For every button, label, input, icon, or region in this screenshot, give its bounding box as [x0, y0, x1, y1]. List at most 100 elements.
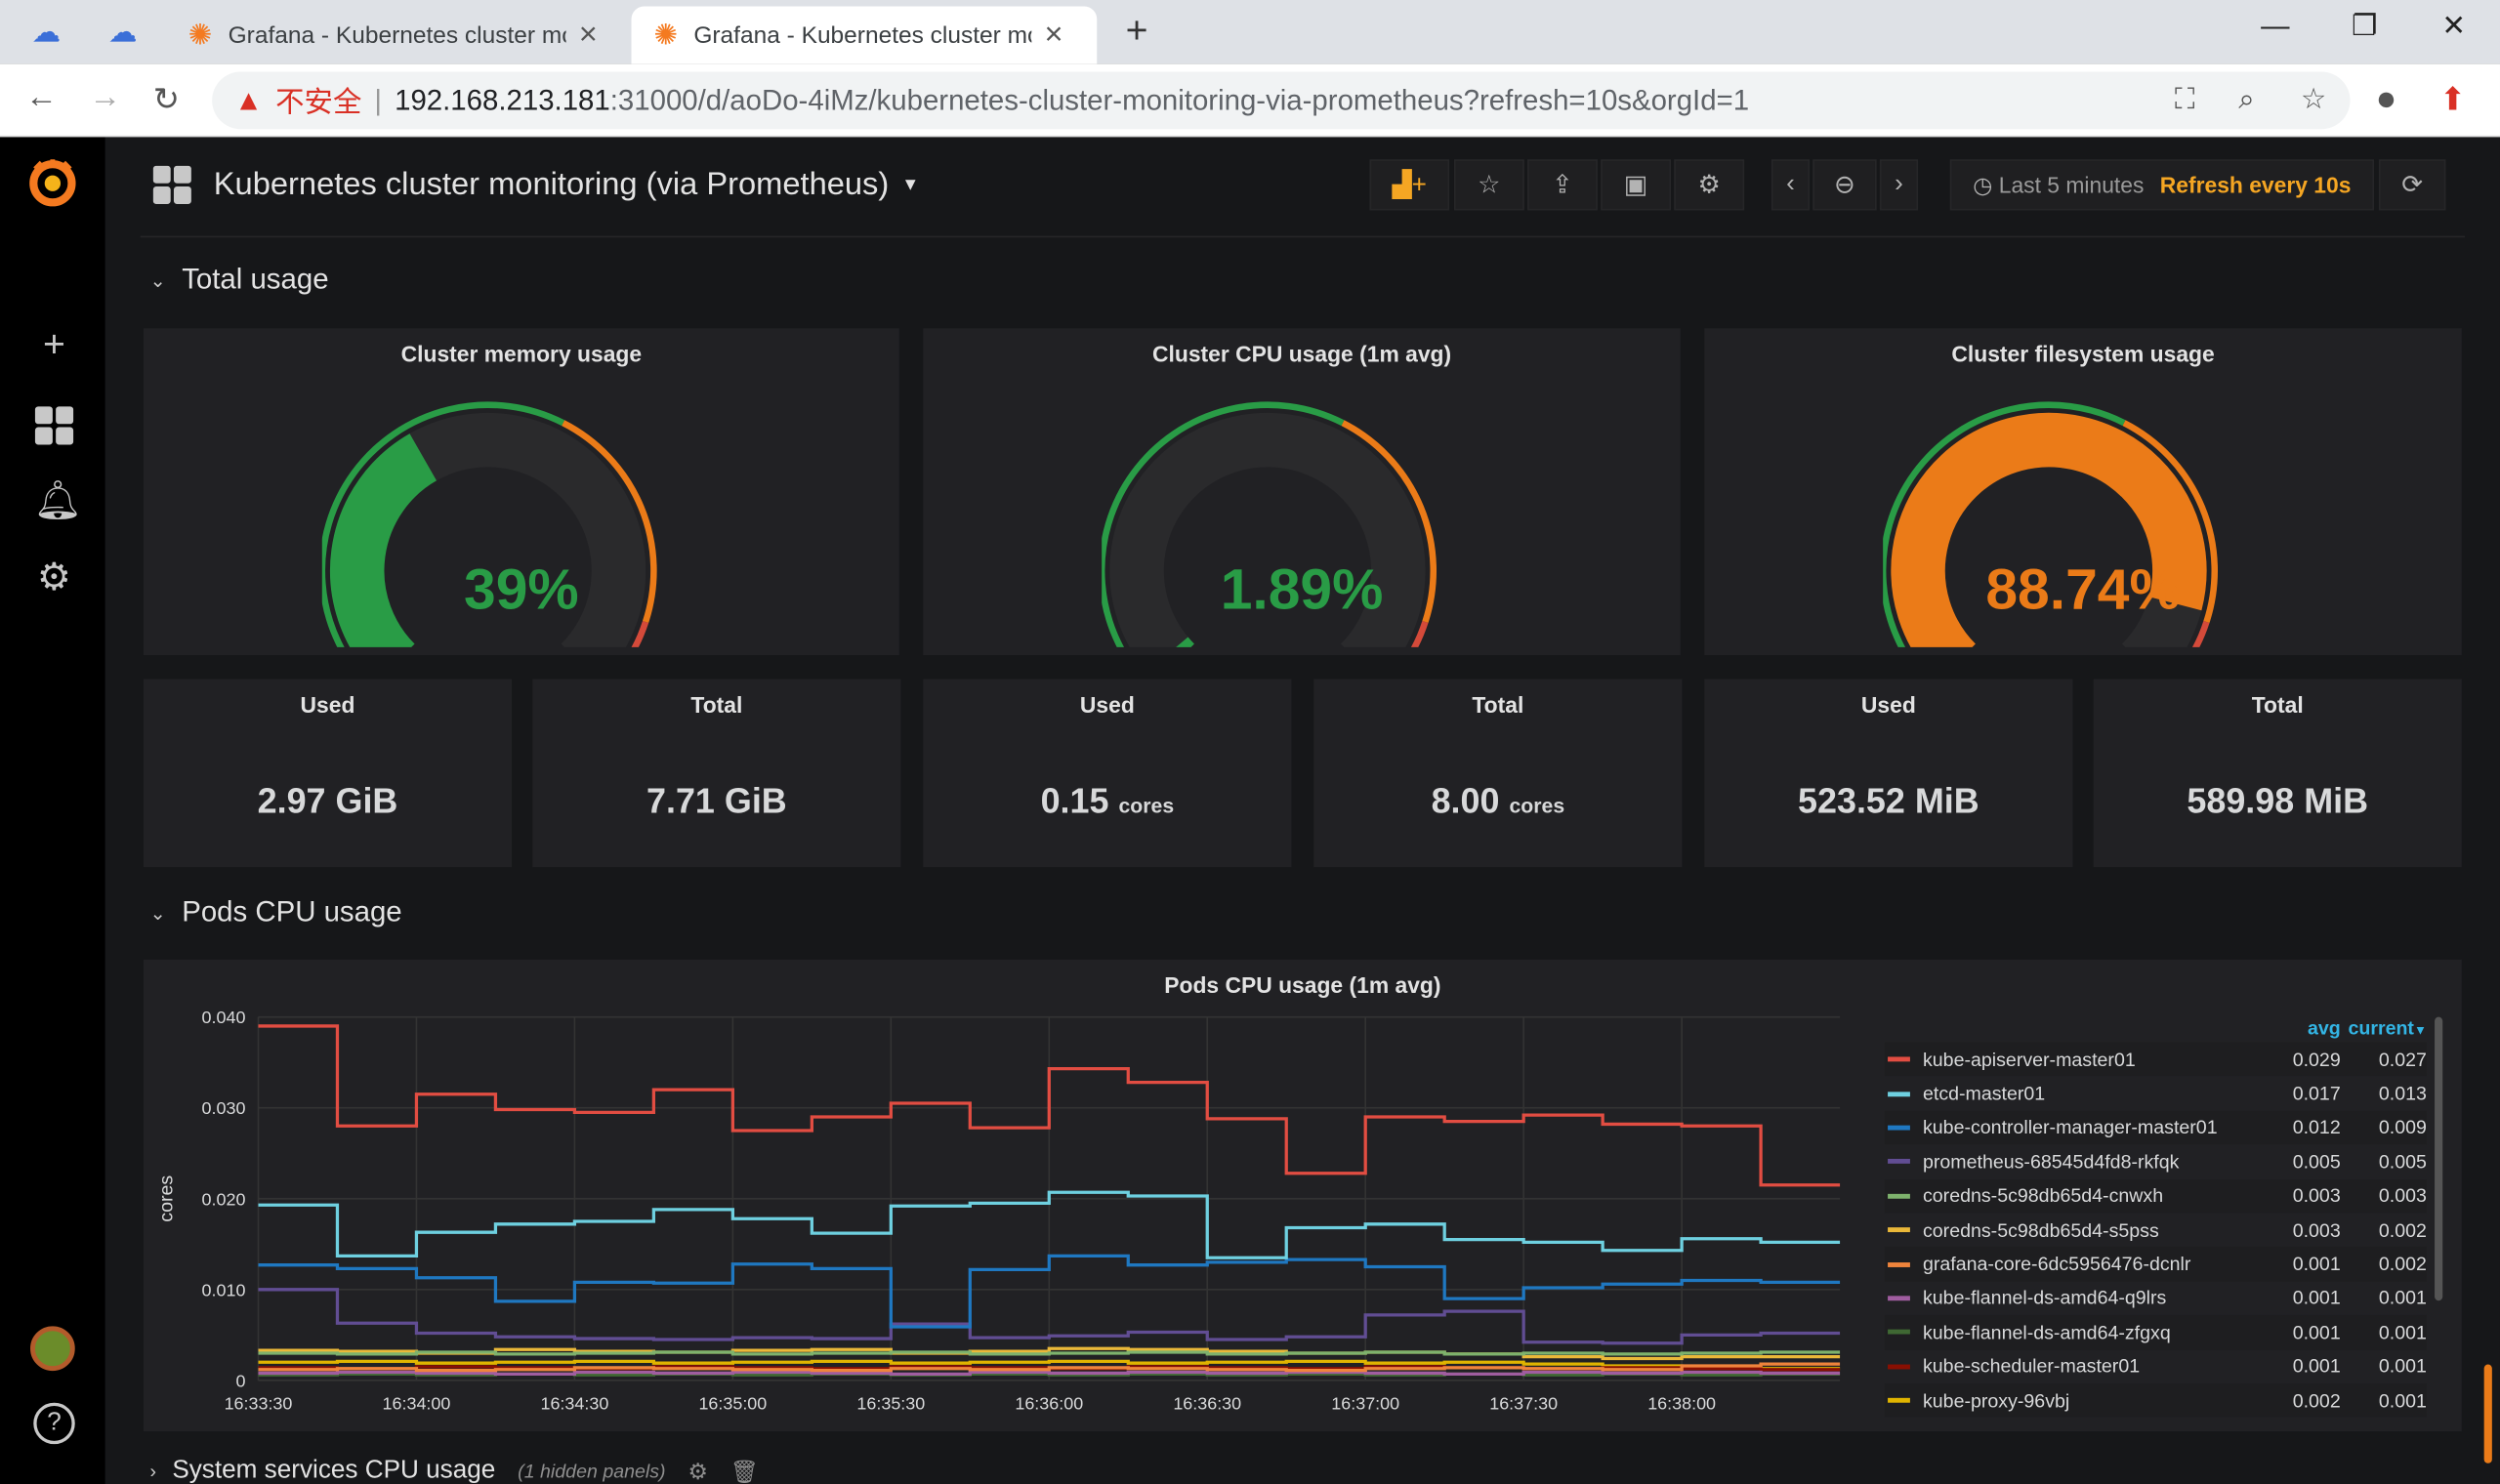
x-tick-label: 16:37:00: [1331, 1393, 1399, 1413]
gauge-panel-memory[interactable]: Cluster memory usage 39%: [143, 328, 899, 656]
legend-swatch[interactable]: [1888, 1227, 1910, 1233]
create-plus-icon[interactable]: +: [33, 324, 74, 366]
stat-panel-fs-used[interactable]: Used 523.52 MiB: [1704, 679, 2073, 868]
share-button[interactable]: ⇪: [1527, 159, 1598, 211]
legend-swatch[interactable]: [1888, 1397, 1910, 1403]
dashboard-title-picker[interactable]: Kubernetes cluster monitoring (via Prome…: [152, 165, 919, 204]
dashboards-icon[interactable]: [33, 405, 74, 446]
legend-series-name[interactable]: grafana-core-6dc5956476-dcnlr: [1923, 1253, 2261, 1275]
legend-avg-value: 0.012: [2292, 1116, 2341, 1139]
chevron-right-icon: ›: [149, 1460, 156, 1483]
legend-swatch[interactable]: [1888, 1193, 1910, 1199]
close-tab-icon[interactable]: ×: [579, 17, 598, 54]
stat-panel-fs-total[interactable]: Total 589.98 MiB: [2093, 679, 2462, 868]
row-pods-cpu-usage[interactable]: ⌄ Pods CPU usage: [149, 896, 401, 929]
legend-item[interactable]: kube-proxy-96vbj 0.002 0.001: [1884, 1382, 2427, 1418]
legend-item[interactable]: kube-controller-manager-master01 0.012 0.0…: [1884, 1110, 2427, 1145]
legend-item[interactable]: kube-scheduler-master01 0.001 0.001: [1885, 1349, 2427, 1383]
legend-swatch[interactable]: [1888, 1056, 1910, 1062]
graph-panel-pods-cpu[interactable]: Pods CPU usage (1m avg) 0 0.010 0.020 0.030…: [143, 959, 2462, 1432]
close-window-icon[interactable]: ✕: [2417, 10, 2490, 43]
legend-series-name[interactable]: kube-proxy-96vbj: [1923, 1389, 2261, 1412]
legend-series-name[interactable]: coredns-5c98db65d4-cnwxh: [1923, 1184, 2261, 1207]
legend-swatch[interactable]: [1888, 1261, 1910, 1267]
legend-item[interactable]: kube-apiserver-master01 0.029 0.027: [1884, 1042, 2427, 1077]
save-button[interactable]: ▣: [1601, 159, 1672, 211]
row-system-services[interactable]: › System services CPU usage (1 hidden pa…: [149, 1457, 758, 1484]
time-back-button[interactable]: ‹: [1771, 159, 1811, 211]
legend-swatch[interactable]: [1888, 1091, 1910, 1096]
legend-item[interactable]: grafana-core-6dc5956476-dcnlr 0.001 0.002: [1884, 1247, 2427, 1282]
settings-button[interactable]: ⚙: [1674, 159, 1745, 211]
legend-swatch[interactable]: [1888, 1125, 1910, 1131]
cloud-icon[interactable]: ☁: [32, 16, 61, 49]
stat-value: 523.52 MiB: [1704, 781, 2072, 822]
legend-series-name[interactable]: kube-apiserver-master01: [1923, 1049, 2261, 1071]
time-forward-button[interactable]: ›: [1879, 159, 1919, 211]
gauge-panel-cpu[interactable]: Cluster CPU usage (1m avg) 1.89%: [923, 328, 1681, 656]
refresh-button[interactable]: ⟳: [2378, 159, 2446, 211]
legend-scrollbar[interactable]: [2435, 1016, 2443, 1301]
stat-value: 8.00 cores: [1313, 781, 1682, 822]
legend-series-name[interactable]: kube-flannel-ds-amd64-q9lrs: [1923, 1287, 2261, 1309]
stat-value: 2.97 GiB: [144, 781, 512, 822]
legend-item[interactable]: kube-flannel-ds-amd64-q9lrs 0.001 0.001: [1885, 1281, 2427, 1315]
cloud-icon[interactable]: ☁: [108, 16, 137, 49]
legend-item[interactable]: coredns-5c98db65d4-s5pss 0.003 0.002: [1885, 1213, 2427, 1247]
translate-icon[interactable]: ⛶: [2175, 83, 2195, 116]
time-picker-button[interactable]: ◷ Last 5 minutes Refresh every 10s: [1949, 159, 2375, 211]
legend-series-name[interactable]: etcd-master01: [1923, 1083, 2261, 1105]
stat-panel-cpu-total[interactable]: Total 8.00 cores: [1313, 679, 1683, 868]
stat-panel-memory-total[interactable]: Total 7.71 GiB: [532, 679, 901, 868]
add-panel-button[interactable]: ▟+: [1369, 159, 1450, 211]
star-button[interactable]: ☆: [1453, 159, 1524, 211]
legend-item[interactable]: etcd-master01 0.017 0.013: [1885, 1077, 2427, 1111]
stat-panel-memory-used[interactable]: Used 2.97 GiB: [143, 679, 513, 868]
help-icon[interactable]: ?: [33, 1402, 75, 1445]
legend-item[interactable]: kube-flannel-ds-amd64-zfgxq 0.001 0.001: [1884, 1315, 2427, 1350]
legend-swatch[interactable]: [1888, 1296, 1910, 1301]
zoom-icon[interactable]: ⌕: [2238, 83, 2254, 116]
row-settings-gear-icon[interactable]: ⚙: [688, 1458, 708, 1484]
legend-swatch[interactable]: [1888, 1330, 1910, 1336]
reload-icon[interactable]: ↻: [153, 80, 180, 120]
browser-tab-active[interactable]: ✺ Grafana - Kubernetes cluster monitorin…: [631, 6, 1098, 64]
grafana-logo-icon[interactable]: [25, 156, 80, 211]
url-field[interactable]: ▲ 不安全 | 192.168.213.181 :31000/d/aoDo-4i…: [212, 71, 2351, 130]
close-tab-icon[interactable]: ×: [1045, 17, 1063, 54]
legend-current-header[interactable]: current ▼: [2341, 1017, 2426, 1043]
legend-item[interactable]: prometheus-68545d4fd8-rkfqk 0.005 0.005: [1885, 1145, 2427, 1179]
legend-series-name[interactable]: kube-scheduler-master01: [1923, 1355, 2261, 1378]
configuration-gear-icon[interactable]: ⚙: [33, 557, 74, 598]
minimize-icon[interactable]: —: [2238, 10, 2312, 43]
legend-series-name[interactable]: prometheus-68545d4fd8-rkfqk: [1923, 1151, 2261, 1174]
stat-panel-cpu-used[interactable]: Used 0.15 cores: [923, 679, 1292, 868]
row-total-usage[interactable]: ⌄ Total usage: [149, 263, 328, 296]
legend-avg-header[interactable]: avg: [2261, 1017, 2341, 1043]
profile-icon[interactable]: ●: [2376, 78, 2397, 119]
restore-icon[interactable]: ❐: [2328, 10, 2401, 43]
browser-tab[interactable]: ✺ Grafana - Kubernetes cluster monitorin…: [166, 7, 632, 64]
row-delete-trash-icon[interactable]: 🗑︎: [730, 1458, 759, 1484]
update-icon[interactable]: ⬆: [2439, 80, 2466, 120]
alerting-bell-icon[interactable]: 🔔︎: [33, 480, 82, 522]
legend-item[interactable]: coredns-5c98db65d4-cnwxh 0.003 0.003: [1884, 1178, 2427, 1214]
legend-swatch[interactable]: [1888, 1159, 1910, 1165]
legend-series-name[interactable]: kube-flannel-ds-amd64-zfgxq: [1923, 1321, 2261, 1343]
legend-swatch[interactable]: [1888, 1364, 1910, 1369]
zoom-out-button[interactable]: ⊖: [1812, 159, 1877, 211]
back-icon[interactable]: ←: [25, 80, 58, 117]
page-scrollbar[interactable]: [2483, 1364, 2492, 1463]
new-tab-button[interactable]: +: [1126, 10, 1148, 55]
forward-icon[interactable]: →: [89, 80, 121, 117]
avatar[interactable]: [30, 1326, 75, 1372]
pods-cpu-chart[interactable]: 0 0.010 0.020 0.030 0.040 16:33:30 16:34:00 16:…: [144, 960, 1865, 1431]
bookmark-star-icon[interactable]: ☆: [2301, 83, 2326, 116]
stat-value: 589.98 MiB: [2094, 781, 2462, 822]
legend-series-name[interactable]: coredns-5c98db65d4-s5pss: [1923, 1218, 2261, 1241]
legend-avg-value: 0.001: [2292, 1287, 2341, 1310]
url-separator: |: [374, 83, 383, 116]
gauge-panel-filesystem[interactable]: Cluster filesystem usage 88.74%: [1704, 328, 2462, 656]
legend-series-name[interactable]: kube-controller-manager-master01: [1923, 1117, 2261, 1139]
tab-title: Grafana - Kubernetes cluster monitoring …: [228, 21, 566, 49]
